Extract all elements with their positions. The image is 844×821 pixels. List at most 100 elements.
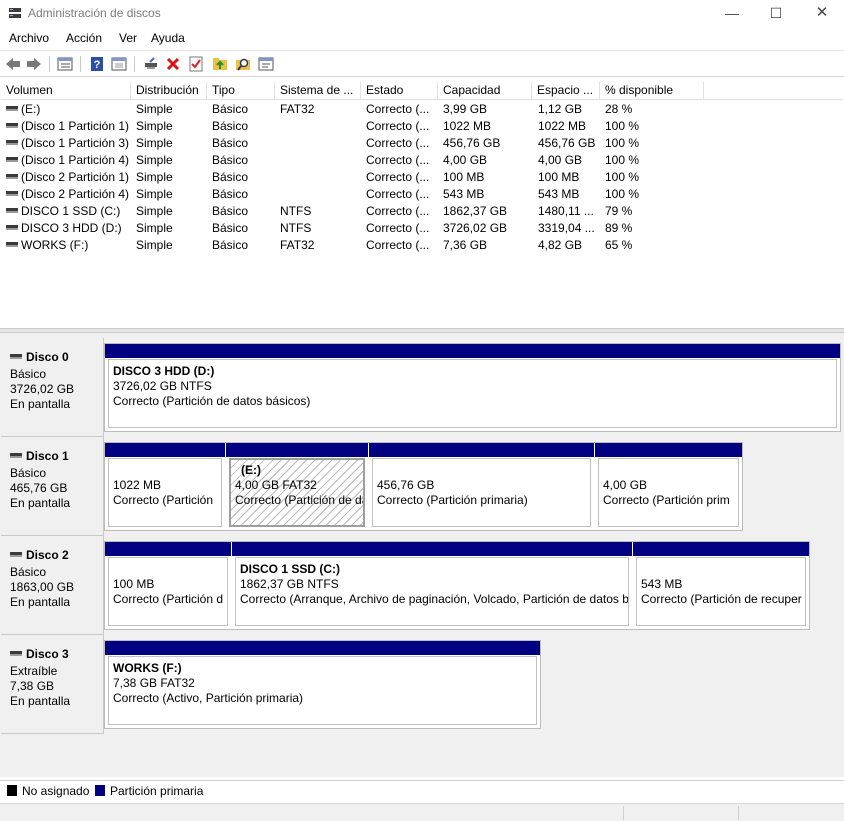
disk-label-disco-3[interactable]: Disco 3 Extraíble 7,38 GB En pantalla bbox=[1, 635, 104, 734]
partition-disco2-p1[interactable]: 100 MB Correcto (Partición d bbox=[105, 542, 231, 629]
disk-icon bbox=[10, 651, 22, 657]
title-bar: Administración de discos — ☐ ✕ bbox=[0, 0, 844, 27]
partition-disco1-p1[interactable]: 1022 MB Correcto (Partición bbox=[105, 443, 225, 530]
partition-disco1-p4[interactable]: 4,00 GB Correcto (Partición prim bbox=[595, 443, 742, 530]
cell-disponible: 79 % bbox=[605, 204, 633, 218]
disk-status: En pantalla bbox=[10, 595, 71, 609]
console-icon[interactable] bbox=[257, 55, 275, 73]
table-row[interactable]: (Disco 1 Partición 4) Simple Básico Corr… bbox=[1, 152, 843, 169]
column-header-espacio[interactable]: Espacio ... bbox=[532, 82, 600, 100]
menu-bar: Archivo Acción Ver Ayuda bbox=[0, 29, 844, 49]
cell-estado: Correcto (... bbox=[366, 136, 430, 150]
drive-icon bbox=[6, 174, 18, 180]
disk-type: Extraíble bbox=[10, 664, 58, 678]
cell-capacidad: 543 MB bbox=[443, 187, 485, 201]
connect-drive-icon[interactable] bbox=[142, 55, 160, 73]
menu-archivo[interactable]: Archivo bbox=[9, 31, 49, 45]
column-header-tipo[interactable]: Tipo bbox=[207, 82, 275, 100]
partition-size: 543 MB bbox=[641, 577, 683, 591]
properties-icon[interactable] bbox=[110, 55, 128, 73]
table-row[interactable]: DISCO 3 HDD (D:) Simple Básico NTFS Corr… bbox=[1, 220, 843, 237]
disk-list-icon[interactable] bbox=[56, 55, 74, 73]
search-icon[interactable] bbox=[234, 55, 252, 73]
cell-disponible: 89 % bbox=[605, 221, 633, 235]
partition-type-bar bbox=[105, 641, 540, 655]
cell-distribucion: Simple bbox=[136, 153, 173, 167]
column-header-capacidad[interactable]: Capacidad bbox=[438, 82, 532, 100]
cell-tipo: Básico bbox=[212, 238, 249, 252]
partition-body-selected: (E:) 4,00 GB FAT32 Correcto (Partición d… bbox=[229, 458, 365, 527]
partition-body: 1022 MB Correcto (Partición bbox=[108, 458, 222, 527]
menu-ver[interactable]: Ver bbox=[119, 31, 137, 45]
cell-capacidad: 456,76 GB bbox=[443, 136, 501, 150]
cell-espacio: 4,82 GB bbox=[538, 238, 583, 252]
legend: No asignado Partición primaria bbox=[0, 780, 844, 802]
table-row[interactable]: (Disco 1 Partición 3) Simple Básico Corr… bbox=[1, 135, 843, 152]
cell-tipo: Básico bbox=[212, 119, 249, 133]
partition-status: Correcto (Arranque, Archivo de paginació… bbox=[240, 592, 629, 606]
table-row[interactable]: (Disco 2 Partición 4) Simple Básico Corr… bbox=[1, 186, 843, 203]
partition-type-bar bbox=[105, 344, 840, 358]
disk-icon bbox=[10, 354, 22, 360]
table-row[interactable]: WORKS (F:) Simple Básico FAT32 Correcto … bbox=[1, 237, 843, 254]
cell-tipo: Básico bbox=[212, 170, 249, 184]
partition-disco1-ssd[interactable]: DISCO 1 SSD (C:) 1862,37 GB NTFS Correct… bbox=[232, 542, 632, 629]
partition-e-drive[interactable]: (E:) 4,00 GB FAT32 Correcto (Partición d… bbox=[226, 443, 368, 530]
column-header-volumen[interactable]: Volumen bbox=[1, 82, 131, 100]
forward-icon[interactable] bbox=[25, 55, 43, 73]
svg-text:?: ? bbox=[94, 59, 101, 71]
cell-distribucion: Simple bbox=[136, 119, 173, 133]
cell-volumen: WORKS (F:) bbox=[21, 238, 89, 252]
cell-volumen: (Disco 1 Partición 4) bbox=[21, 153, 130, 167]
close-button[interactable]: ✕ bbox=[800, 0, 844, 27]
column-header-distribucion[interactable]: Distribución bbox=[131, 82, 207, 100]
cell-espacio: 456,76 GB bbox=[538, 136, 596, 150]
partition-title: (E:) bbox=[241, 463, 261, 477]
table-row[interactable]: (Disco 2 Partición 1) Simple Básico Corr… bbox=[1, 169, 843, 186]
partition-type-bar bbox=[633, 542, 809, 556]
cell-estado: Correcto (... bbox=[366, 102, 430, 116]
status-divider bbox=[738, 806, 739, 820]
cell-distribucion: Simple bbox=[136, 238, 173, 252]
disk-label-disco-1[interactable]: Disco 1 Básico 465,76 GB En pantalla bbox=[1, 437, 104, 536]
cell-estado: Correcto (... bbox=[366, 187, 430, 201]
column-header-estado[interactable]: Estado bbox=[361, 82, 438, 100]
partition-works[interactable]: WORKS (F:) 7,38 GB FAT32 Correcto (Activ… bbox=[105, 641, 540, 728]
disk-partitions-disco-0: DISCO 3 HDD (D:) 3726,02 GB NTFS Correct… bbox=[104, 343, 841, 432]
partition-disco1-p3[interactable]: 456,76 GB Correcto (Partición primaria) bbox=[369, 443, 594, 530]
partition-size: 7,38 GB FAT32 bbox=[113, 676, 195, 690]
disk-size: 3726,02 GB bbox=[10, 382, 75, 396]
table-row[interactable]: DISCO 1 SSD (C:) Simple Básico NTFS Corr… bbox=[1, 203, 843, 220]
drive-icon bbox=[6, 191, 18, 197]
cell-volumen: DISCO 3 HDD (D:) bbox=[21, 221, 122, 235]
partition-disco3-hdd[interactable]: DISCO 3 HDD (D:) 3726,02 GB NTFS Correct… bbox=[105, 344, 840, 431]
maximize-button[interactable]: ☐ bbox=[754, 0, 798, 27]
cell-distribucion: Simple bbox=[136, 136, 173, 150]
menu-accion[interactable]: Acción bbox=[66, 31, 102, 45]
cell-capacidad: 3726,02 GB bbox=[443, 221, 508, 235]
partition-status: Correcto (Activo, Partición primaria) bbox=[113, 691, 304, 705]
cell-volumen: (Disco 1 Partición 1) bbox=[21, 119, 130, 133]
disk-label-disco-2[interactable]: Disco 2 Básico 1863,00 GB En pantalla bbox=[1, 536, 104, 635]
delete-icon[interactable] bbox=[164, 55, 182, 73]
back-icon[interactable] bbox=[4, 55, 22, 73]
disk-status: En pantalla bbox=[10, 694, 71, 708]
disk-label-disco-0[interactable]: Disco 0 Básico 3726,02 GB En pantalla bbox=[1, 338, 104, 437]
check-icon[interactable] bbox=[187, 55, 205, 73]
cell-espacio: 100 MB bbox=[538, 170, 580, 184]
partition-size: 456,76 GB bbox=[377, 478, 435, 492]
cell-espacio: 543 MB bbox=[538, 187, 580, 201]
minimize-button[interactable]: — bbox=[710, 0, 754, 27]
up-folder-icon[interactable] bbox=[211, 55, 229, 73]
menu-ayuda[interactable]: Ayuda bbox=[151, 31, 185, 45]
cell-espacio: 3319,04 ... bbox=[538, 221, 595, 235]
cell-tipo: Básico bbox=[212, 136, 249, 150]
cell-espacio: 1480,11 ... bbox=[538, 204, 594, 218]
volume-list-header: Volumen Distribución Tipo Sistema de ...… bbox=[1, 82, 843, 100]
column-header-disponible[interactable]: % disponible bbox=[600, 82, 704, 100]
partition-disco2-p4[interactable]: 543 MB Correcto (Partición de recuper bbox=[633, 542, 809, 629]
table-row[interactable]: (E:) Simple Básico FAT32 Correcto (... 3… bbox=[1, 101, 843, 118]
column-header-sistema[interactable]: Sistema de ... bbox=[275, 82, 361, 100]
help-icon[interactable]: ? bbox=[88, 55, 106, 73]
table-row[interactable]: (Disco 1 Partición 1) Simple Básico Corr… bbox=[1, 118, 843, 135]
